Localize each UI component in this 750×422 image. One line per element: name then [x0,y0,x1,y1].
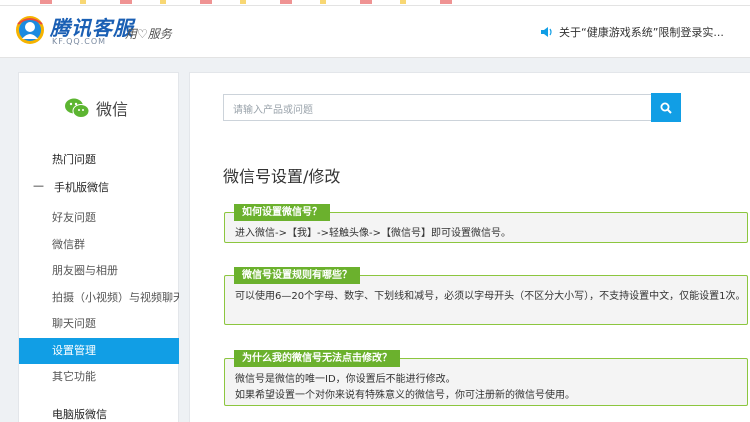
top-strip-decoration [40,0,460,4]
sidebar-list: 好友问题 微信群 朋友圈与相册 拍摄（小视频）与视频聊天 聊天问题 设置管理 其… [19,205,179,391]
qa-answer-line: 如果希望设置一个对你来说有特殊意义的微信号，你可注册新的微信号使用。 [235,390,575,401]
sidebar-item-video[interactable]: 拍摄（小视频）与视频聊天 [19,285,179,312]
qa-question: 为什么我的微信号无法点击修改？ [234,350,400,367]
collapse-icon: — [33,179,44,192]
sidebar-category-pc[interactable]: 电脑版微信 [52,406,107,422]
brand-domain: KF.QQ.COM [52,37,107,46]
search-button[interactable] [651,93,681,122]
notice-link[interactable]: 关于“健康游戏系统”限制登录实... [540,24,724,40]
qa-answer-line: 进入微信->【我】->轻触头像->【微信号】即可设置微信号。 [235,228,511,239]
wechat-icon [65,98,90,118]
qa-answer-line: 可以使用6—20个字母、数字、下划线和减号，必须以字母开头（不区分大小写），不支… [235,291,746,302]
sidebar-item-other[interactable]: 其它功能 [19,364,179,391]
qa-card: 微信号设置规则有哪些？ 可以使用6—20个字母、数字、下划线和减号，必须以字母开… [224,267,748,325]
tencent-logo-icon[interactable] [14,14,46,46]
site-header: 腾讯客服 KF.QQ.COM 用♡服务 关于“健康游戏系统”限制登录实... [0,6,750,58]
notice-text: 关于“健康游戏系统”限制登录实... [559,26,724,39]
page-title: 微信号设置/修改 [223,167,341,186]
qa-question: 如何设置微信号？ [234,204,330,221]
product-name: 微信 [96,100,129,119]
sidebar-item-settings[interactable]: 设置管理 [19,337,179,364]
search-input[interactable]: 请输入产品或问题 [223,94,652,121]
qa-question: 微信号设置规则有哪些？ [234,267,360,284]
sidebar-item-groups[interactable]: 微信群 [19,232,179,259]
product-logo: 微信 [64,96,128,120]
speaker-icon [541,27,552,37]
sidebar-item-moments[interactable]: 朋友圈与相册 [19,258,179,285]
sidebar-hot-questions[interactable]: 热门问题 [52,151,96,167]
main-content: 请输入产品或问题 微信号设置/修改 如何设置微信号？ 进入微信->【我】->轻触… [189,72,750,422]
sidebar-category-mobile[interactable]: — 手机版微信 [33,179,109,195]
qa-answer-line: 微信号是微信的唯一ID，你设置后不能进行修改。 [235,374,456,385]
qa-card: 如何设置微信号？ 进入微信->【我】->轻触头像->【微信号】即可设置微信号。 [224,204,748,243]
qa-card: 为什么我的微信号无法点击修改？ 微信号是微信的唯一ID，你设置后不能进行修改。 … [224,350,748,406]
sidebar-item-chat[interactable]: 聊天问题 [19,311,179,338]
search-icon [660,102,672,114]
brand-slogan: 用♡服务 [125,27,172,41]
sidebar-item-friends[interactable]: 好友问题 [19,205,179,232]
sidebar: 微信 热门问题 — 手机版微信 好友问题 微信群 朋友圈与相册 拍摄（小视频）与… [18,72,179,422]
search-placeholder: 请输入产品或问题 [233,105,313,116]
sidebar-category-label: 手机版微信 [54,181,109,194]
